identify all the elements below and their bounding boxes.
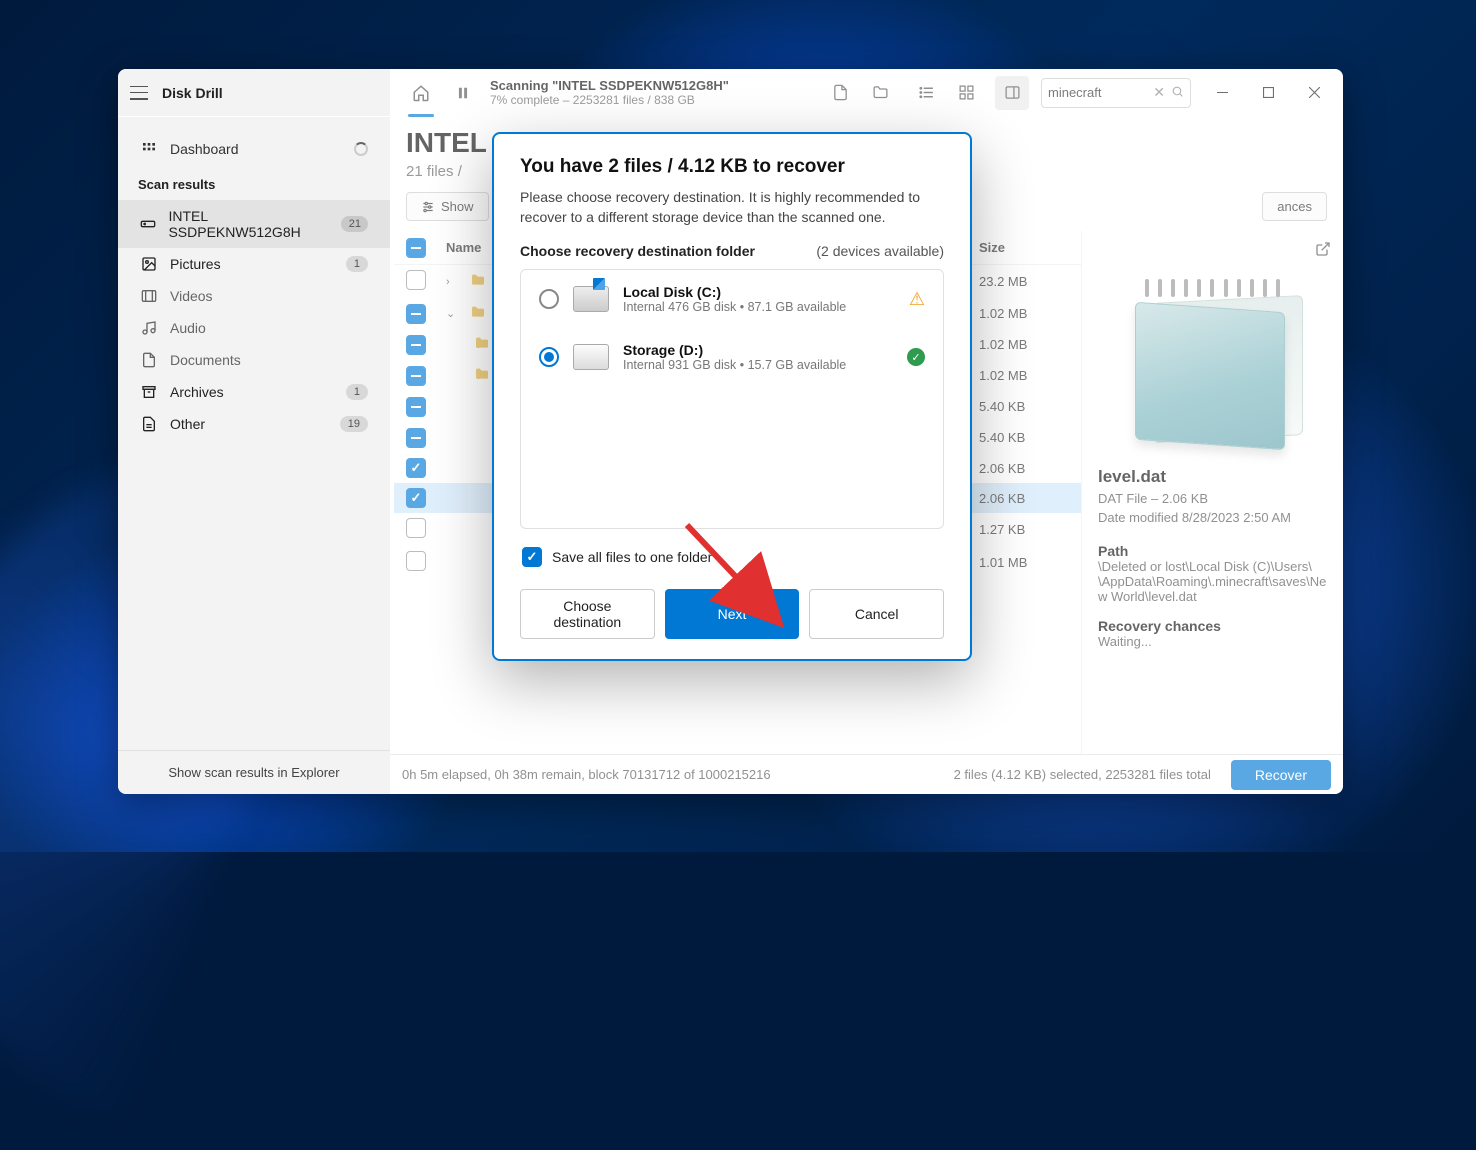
save-one-checkbox[interactable]: [522, 547, 542, 567]
destination-c[interactable]: Local Disk (C:)Internal 476 GB disk • 87…: [521, 270, 943, 328]
check-icon: ✓: [907, 348, 925, 366]
aud-icon: [140, 320, 158, 336]
sidebar-item-badge: 21: [341, 216, 368, 232]
sidebar-header: Scan results: [118, 165, 390, 200]
doc-icon: [140, 352, 158, 368]
sidebar-item-badge: 1: [346, 256, 368, 272]
sidebar-item-label: Documents: [170, 352, 241, 368]
sidebar-top: Disk Drill: [118, 69, 390, 116]
hamburger-icon[interactable]: [130, 86, 148, 100]
destination-radio[interactable]: [539, 289, 559, 309]
destination-name: Storage (D:): [623, 342, 893, 358]
sidebar-item-intel-ssdpeknw512g8h[interactable]: INTEL SSDPEKNW512G8H 21: [118, 200, 390, 248]
sidebar-item-videos[interactable]: Videos: [118, 280, 390, 312]
sidebar-item-label: INTEL SSDPEKNW512G8H: [168, 208, 328, 240]
sidebar-item-label: Audio: [170, 320, 206, 336]
sidebar-item-audio[interactable]: Audio: [118, 312, 390, 344]
modal-available: (2 devices available): [816, 243, 944, 259]
sidebar-item-pictures[interactable]: Pictures 1: [118, 248, 390, 280]
spinner-icon: [354, 142, 368, 156]
destination-detail: Internal 476 GB disk • 87.1 GB available: [623, 300, 895, 314]
sidebar-item-label: Pictures: [170, 256, 221, 272]
sidebar-item-archives[interactable]: Archives 1: [118, 376, 390, 408]
modal-title: You have 2 files / 4.12 KB to recover: [520, 156, 944, 178]
sidebar: Dashboard Scan results INTEL SSDPEKNW512…: [118, 117, 390, 794]
cancel-button[interactable]: Cancel: [809, 589, 944, 639]
destination-detail: Internal 931 GB disk • 15.7 GB available: [623, 358, 893, 372]
destination-name: Local Disk (C:): [623, 284, 895, 300]
sidebar-item-label: Other: [170, 416, 205, 432]
pic-icon: [140, 256, 158, 272]
sidebar-item-badge: 1: [346, 384, 368, 400]
drive-icon: [573, 344, 609, 370]
dashboard-icon: [140, 141, 158, 157]
sidebar-dashboard[interactable]: Dashboard: [118, 133, 390, 165]
sidebar-item-label: Archives: [170, 384, 224, 400]
app-title: Disk Drill: [162, 85, 223, 101]
modal-description: Please choose recovery destination. It i…: [520, 188, 944, 227]
arc-icon: [140, 384, 158, 400]
sidebar-footer-link[interactable]: Show scan results in Explorer: [118, 750, 390, 794]
modal-choose-label: Choose recovery destination folder: [520, 243, 755, 259]
sidebar-item-badge: 19: [340, 416, 368, 432]
recovery-modal: You have 2 files / 4.12 KB to recover Pl…: [492, 132, 972, 661]
warning-icon: ⚠: [909, 289, 925, 310]
destination-list: Local Disk (C:)Internal 476 GB disk • 87…: [520, 269, 944, 529]
drive-icon: [573, 286, 609, 312]
sidebar-dashboard-label: Dashboard: [170, 141, 239, 157]
destination-d[interactable]: Storage (D:)Internal 931 GB disk • 15.7 …: [521, 328, 943, 386]
vid-icon: [140, 288, 158, 304]
choose-destination-button[interactable]: Choose destination: [520, 589, 655, 639]
next-button[interactable]: Next: [665, 589, 800, 639]
save-one-folder-option[interactable]: Save all files to one folder: [520, 547, 944, 567]
sidebar-item-documents[interactable]: Documents: [118, 344, 390, 376]
destination-radio[interactable]: [539, 347, 559, 367]
sidebar-item-label: Videos: [170, 288, 213, 304]
oth-icon: [140, 416, 158, 432]
sidebar-item-other[interactable]: Other 19: [118, 408, 390, 440]
drive-icon: [140, 216, 156, 232]
